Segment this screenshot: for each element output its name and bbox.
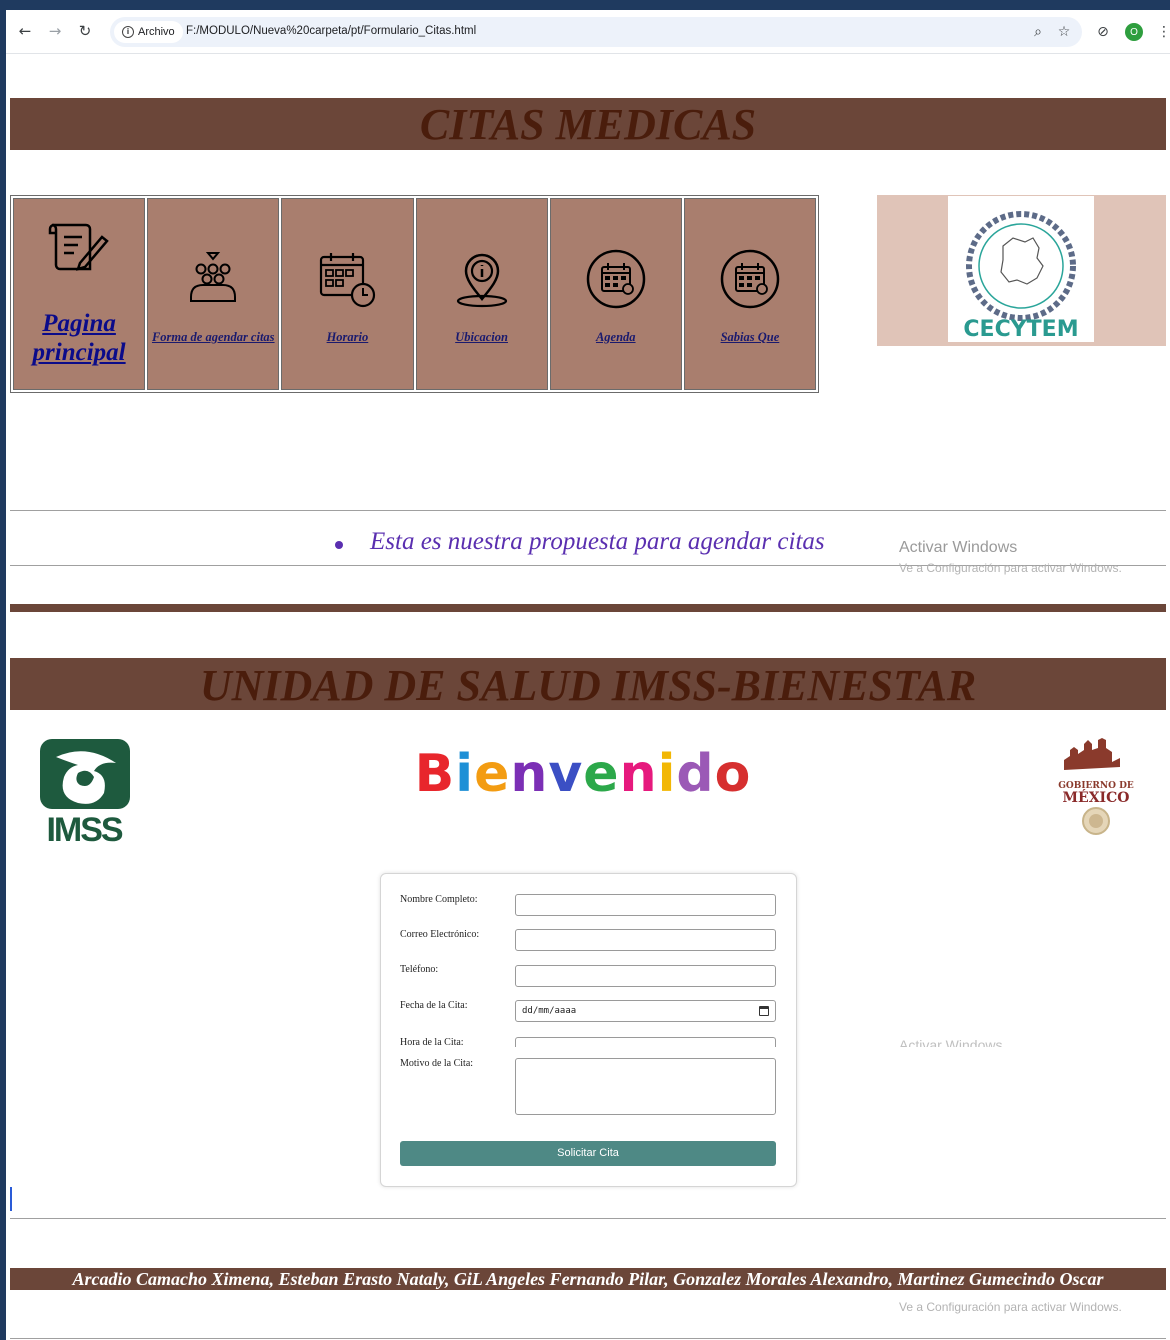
gobierno-mexico-logo: GOBIERNO DE MÉXICO bbox=[1054, 738, 1138, 838]
page-title: CITAS MEDICAS bbox=[10, 98, 1166, 150]
welcome-letter: i bbox=[455, 744, 475, 804]
gobierno-building-icon bbox=[1064, 738, 1120, 770]
welcome-letter: e bbox=[583, 744, 620, 804]
browser-toolbar: ← → ↻ i Archivo F:/MODULO/Nueva%20carpet… bbox=[6, 10, 1170, 54]
field-label-motivo: Motivo de la Cita: bbox=[400, 1058, 474, 1069]
welcome-letter: d bbox=[676, 744, 715, 804]
unit-title: UNIDAD DE SALUD IMSS-BIENESTAR bbox=[10, 658, 1166, 710]
welcome-letter: B bbox=[414, 744, 456, 804]
cecytem-logo: CECYTEM bbox=[948, 196, 1094, 342]
site-chip-label: Archivo bbox=[138, 26, 175, 38]
welcome-letter: e bbox=[474, 744, 511, 804]
nombre-input[interactable] bbox=[515, 894, 776, 916]
zoom-icon[interactable]: ⌕ bbox=[1028, 22, 1048, 42]
divider bbox=[10, 510, 1166, 511]
activation-watermark-partial: Activar Windows bbox=[899, 1037, 1003, 1047]
page-content: CITAS MEDICAS Pagina principal Forma de … bbox=[6, 54, 1170, 1340]
hora-input[interactable] bbox=[515, 1037, 776, 1047]
info-icon: i bbox=[122, 26, 134, 38]
nav-item-horario[interactable]: Horario bbox=[281, 198, 414, 390]
nav-label-sabias-que[interactable]: Sabias Que bbox=[685, 330, 815, 345]
nav-label-agenda[interactable]: Agenda bbox=[551, 330, 681, 345]
cecytem-wordmark: CECYTEM bbox=[963, 317, 1078, 342]
welcome-image: Bienvenido bbox=[378, 735, 788, 845]
nav-item-pagina-principal[interactable]: Pagina principal bbox=[13, 198, 146, 390]
forward-icon[interactable]: → bbox=[44, 20, 66, 42]
calendar-circle-icon bbox=[685, 249, 815, 309]
welcome-letter: i bbox=[657, 744, 677, 804]
extensions-icon[interactable]: ⊘ bbox=[1093, 22, 1113, 42]
calendar-clock-icon bbox=[282, 249, 412, 309]
address-bar[interactable]: i Archivo F:/MODULO/Nueva%20carpeta/pt/F… bbox=[110, 17, 1082, 47]
bookmark-star-icon[interactable]: ☆ bbox=[1054, 22, 1074, 42]
fecha-input[interactable]: dd/mm/aaaa bbox=[515, 1000, 776, 1022]
solicitar-cita-button[interactable]: Solicitar Cita bbox=[400, 1141, 776, 1166]
activation-watermark-subtitle: Ve a Configuración para activar Windows. bbox=[899, 561, 1122, 575]
welcome-letter: v bbox=[548, 744, 584, 804]
profile-avatar[interactable]: O bbox=[1125, 23, 1143, 41]
welcome-letter: n bbox=[510, 744, 549, 804]
imss-wordmark: IMSS bbox=[46, 811, 122, 849]
nav-label-horario[interactable]: Horario bbox=[282, 330, 412, 345]
back-icon[interactable]: ← bbox=[14, 20, 36, 42]
nav-item-sabias-que[interactable]: Sabias Que bbox=[683, 198, 817, 390]
location-pin-icon bbox=[417, 249, 547, 309]
welcome-letter: n bbox=[619, 744, 658, 804]
nav-label-ubicacion[interactable]: Ubicacion bbox=[417, 330, 547, 345]
proposal-text-value: Esta es nuestra propuesta para agendar c… bbox=[370, 528, 825, 555]
field-label-correo: Correo Electrónico: bbox=[400, 929, 480, 940]
motivo-textarea[interactable] bbox=[515, 1058, 776, 1115]
nav-item-forma-agendar[interactable]: Forma de agendar citas bbox=[147, 198, 280, 390]
divider bbox=[10, 1218, 1166, 1219]
cecytem-logo-panel: CECYTEM bbox=[877, 195, 1166, 346]
imss-logo: IMSS bbox=[34, 737, 138, 849]
group-people-icon bbox=[148, 249, 278, 307]
field-label-nombre: Nombre Completo: bbox=[400, 894, 478, 905]
field-label-telefono: Teléfono: bbox=[400, 964, 439, 975]
menu-kebab-icon[interactable]: ⋮ bbox=[1154, 22, 1170, 42]
activation-watermark-title: Activar Windows bbox=[899, 539, 1018, 556]
nav-item-agenda[interactable]: Agenda bbox=[549, 198, 682, 390]
site-info-chip[interactable]: i Archivo bbox=[114, 21, 183, 43]
divider bbox=[10, 1338, 1166, 1339]
scroll-pen-icon bbox=[14, 219, 144, 277]
gobierno-line2: MÉXICO bbox=[1062, 790, 1130, 806]
welcome-letter: o bbox=[714, 744, 752, 804]
appointment-form: Nombre Completo: Correo Electrónico: Tel… bbox=[380, 873, 797, 1187]
calendar-circle-icon bbox=[551, 249, 681, 309]
reload-icon[interactable]: ↻ bbox=[74, 20, 96, 42]
nav-item-ubicacion[interactable]: Ubicacion bbox=[415, 198, 548, 390]
mexico-seal-icon bbox=[1082, 807, 1110, 835]
brown-divider-bar bbox=[10, 604, 1166, 612]
telefono-input[interactable] bbox=[515, 965, 776, 987]
correo-input[interactable] bbox=[515, 929, 776, 951]
nav-table: Pagina principal Forma de agendar citas bbox=[10, 195, 819, 393]
calendar-picker-icon[interactable] bbox=[759, 1006, 769, 1016]
url-text[interactable]: F:/MODULO/Nueva%20carpeta/pt/Formulario_… bbox=[186, 25, 476, 37]
nav-label-pagina-principal[interactable]: Pagina principal bbox=[14, 309, 144, 367]
proposal-text: Esta es nuestra propuesta para agendar c… bbox=[336, 528, 825, 556]
nav-label-forma-agendar[interactable]: Forma de agendar citas bbox=[148, 330, 278, 345]
field-label-fecha: Fecha de la Cita: bbox=[400, 1000, 468, 1011]
text-caret bbox=[10, 1187, 12, 1211]
field-label-hora: Hora de la Cita: bbox=[400, 1037, 464, 1048]
activation-watermark-subtitle-bottom: Ve a Configuración para activar Windows. bbox=[899, 1300, 1122, 1314]
authors-footer: Arcadio Camacho Ximena, Esteban Erasto N… bbox=[10, 1268, 1166, 1290]
fecha-placeholder: dd/mm/aaaa bbox=[522, 1006, 577, 1016]
